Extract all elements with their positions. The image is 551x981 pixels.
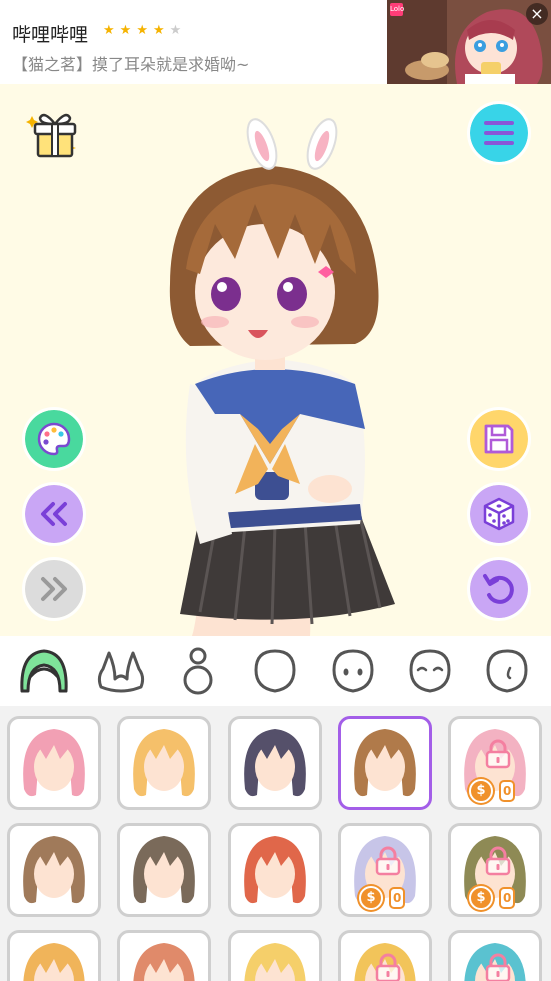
gift-icon — [26, 113, 77, 158]
hair-style-thumbnail — [23, 729, 85, 797]
item-price: $0 — [469, 779, 516, 803]
closed-eyes-icon — [409, 649, 451, 693]
hair-icon — [20, 649, 68, 693]
hair-item[interactable] — [228, 716, 322, 810]
star-icon: ★ — [119, 23, 137, 38]
hair-item[interactable] — [7, 716, 101, 810]
tab-face[interactable] — [245, 641, 305, 701]
tab-eyes[interactable] — [323, 641, 383, 701]
hair-item[interactable] — [7, 930, 101, 981]
star-icon: ★ — [103, 23, 120, 38]
ad-thumbnail[interactable]: Lolo × — [387, 0, 551, 84]
lock-icon — [485, 846, 511, 876]
price-value: 0 — [499, 887, 516, 909]
hair-style-thumbnail — [133, 729, 195, 797]
hair-style-thumbnail — [133, 943, 195, 981]
hair-item[interactable] — [338, 930, 432, 981]
item-price: $0 — [469, 886, 516, 910]
hair-item[interactable]: $0 — [448, 823, 542, 917]
lock-icon — [375, 953, 401, 981]
ad-rating: ★★★★★ — [103, 23, 186, 38]
hair-item[interactable]: $0 — [338, 823, 432, 917]
ad-close-button[interactable]: × — [526, 3, 548, 25]
hair-style-thumbnail — [244, 943, 306, 981]
face-icon — [254, 649, 296, 693]
item-price: $0 — [359, 886, 406, 910]
lock-icon — [485, 739, 511, 769]
hair-item[interactable] — [117, 930, 211, 981]
hair-item[interactable] — [228, 930, 322, 981]
gift-button[interactable] — [24, 106, 80, 162]
hair-item[interactable] — [448, 930, 542, 981]
coin-icon: $ — [469, 886, 493, 910]
hair-items-grid: $0 $0 $0 — [0, 706, 551, 981]
save-icon — [484, 424, 514, 454]
star-icon: ★ — [136, 23, 153, 38]
tab-body[interactable] — [168, 641, 228, 701]
hair-style-thumbnail — [133, 836, 195, 904]
hair-style-thumbnail — [244, 729, 306, 797]
tab-ear-detail[interactable] — [477, 641, 537, 701]
ad-app-name: 哔哩哔哩 — [12, 24, 89, 46]
category-tabs — [0, 636, 551, 706]
hair-style-thumbnail — [244, 836, 306, 904]
palette-button[interactable] — [22, 407, 86, 471]
random-button[interactable] — [467, 482, 531, 546]
lock-icon — [485, 953, 511, 981]
coin-icon: $ — [359, 886, 383, 910]
dressup-stage — [0, 84, 551, 636]
ad-banner[interactable]: 哔哩哔哩 ★★★★★ 【猫之茗】摸了耳朵就是求婚呦~ Lolo × — [0, 0, 551, 84]
eyes-icon — [332, 649, 374, 693]
ear-icon — [486, 649, 528, 693]
hair-item[interactable] — [228, 823, 322, 917]
price-value: 0 — [499, 780, 516, 802]
ad-description: 【猫之茗】摸了耳朵就是求婚呦~ — [12, 55, 250, 74]
undo-icon — [483, 574, 514, 604]
hair-item[interactable]: $0 — [448, 716, 542, 810]
dice-icon — [483, 497, 515, 531]
hair-item[interactable] — [7, 823, 101, 917]
next-button[interactable] — [22, 557, 86, 621]
double-chevron-right-icon — [41, 577, 67, 601]
tab-ears[interactable] — [91, 641, 151, 701]
tab-expression[interactable] — [400, 641, 460, 701]
palette-icon — [37, 422, 71, 456]
hair-style-thumbnail — [354, 729, 416, 797]
coin-icon: $ — [469, 779, 493, 803]
save-button[interactable] — [467, 407, 531, 471]
hair-item[interactable] — [338, 716, 432, 810]
menu-button[interactable] — [467, 101, 531, 165]
hair-item[interactable] — [117, 823, 211, 917]
hair-style-thumbnail — [23, 836, 85, 904]
ad-badge: Lolo — [390, 3, 404, 16]
price-value: 0 — [389, 887, 406, 909]
character-illustration — [169, 118, 395, 636]
previous-button[interactable] — [22, 482, 86, 546]
hair-item[interactable] — [117, 716, 211, 810]
double-chevron-left-icon — [41, 502, 67, 526]
undo-button[interactable] — [467, 557, 531, 621]
hair-style-thumbnail — [23, 943, 85, 981]
menu-icon — [484, 121, 514, 145]
tab-hair[interactable] — [14, 641, 74, 701]
star-icon: ★ — [152, 23, 170, 38]
body-icon — [183, 647, 213, 695]
lock-icon — [375, 846, 401, 876]
star-empty-icon: ★ — [169, 23, 187, 38]
bunny-ears-icon — [97, 651, 145, 693]
